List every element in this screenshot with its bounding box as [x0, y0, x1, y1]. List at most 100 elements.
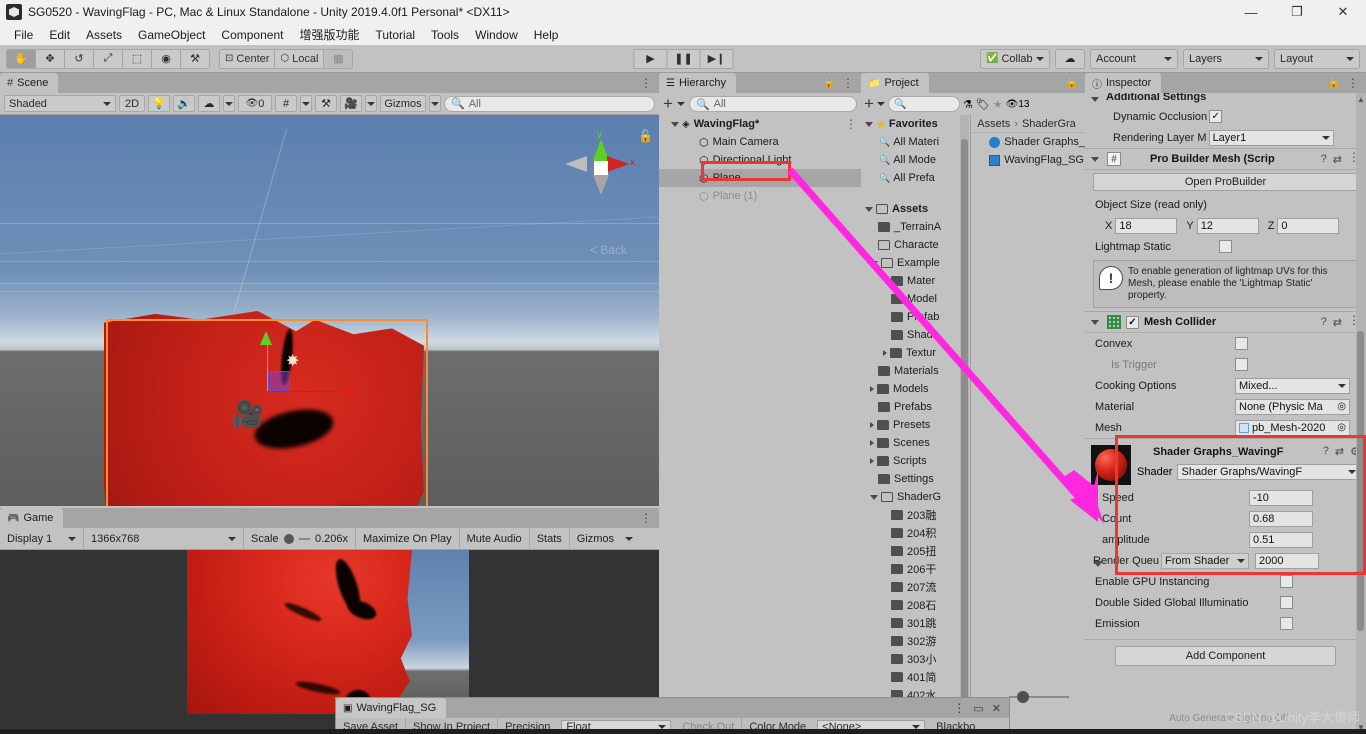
gizmos-button[interactable]: Gizmos — [380, 95, 426, 112]
filter-by-type-icon[interactable]: ⚗ — [963, 98, 973, 111]
mesh-collider-enabled-checkbox[interactable]: ✓ — [1126, 315, 1139, 329]
project-tree-205[interactable]: 205扭 — [861, 542, 970, 560]
tab-inspector[interactable]: ⓘ Inspector — [1085, 73, 1162, 93]
menu-assets[interactable]: Assets — [78, 26, 130, 44]
scene-audio-icon[interactable]: 🔊 — [173, 95, 195, 112]
scene-tools-icon[interactable]: ⚒ — [315, 95, 337, 112]
project-tree-204[interactable]: 204积 — [861, 524, 970, 542]
project-tree-presets[interactable]: Presets — [861, 416, 970, 434]
game-options-icon[interactable]: ⋮ — [640, 512, 652, 524]
project-file-wavingflag-sg[interactable]: WavingFlag_SG — [971, 151, 1085, 169]
project-tree-302[interactable]: 302游 — [861, 632, 970, 650]
hierarchy-item-directional-light[interactable]: ⬡ Directional Light — [659, 151, 861, 169]
collab-button[interactable]: ✅ Collab — [980, 48, 1050, 69]
inspector-options-icon[interactable]: ⋮ — [1347, 77, 1359, 89]
probuilder-mesh-header[interactable]: # Pro Builder Mesh (Scrip ? ⇄ ⋮ — [1085, 148, 1366, 170]
hand-tool-icon[interactable]: ✋ — [6, 48, 36, 69]
gizmo-neg-y-axis-icon[interactable] — [593, 175, 609, 195]
draw-mode-dropdown[interactable]: Shaded — [4, 95, 116, 112]
add-object-button[interactable]: + — [663, 95, 673, 112]
preset-icon[interactable]: ⇄ — [1335, 445, 1344, 458]
main-camera-gizmo-icon[interactable]: 🎥 — [232, 401, 264, 427]
chevron-down-icon[interactable] — [876, 102, 885, 106]
chevron-down-icon[interactable] — [865, 121, 873, 127]
render-queue-dropdown[interactable]: From Shader — [1161, 552, 1250, 569]
project-tree-prefabs[interactable]: Prefabs — [861, 398, 970, 416]
hierarchy-item-plane[interactable]: ⬡ Plane — [659, 169, 861, 187]
pause-button[interactable]: ❚❚ — [666, 48, 701, 69]
chevron-down-icon[interactable] — [1091, 319, 1099, 325]
speed-value-field[interactable]: -10 — [1249, 489, 1313, 506]
hierarchy-item-wavingflag[interactable]: ◈ WavingFlag* ⋮ — [659, 115, 861, 133]
chevron-down-icon[interactable] — [671, 121, 679, 127]
menu-enhanced[interactable]: 增强版功能 — [291, 24, 367, 45]
render-queue-number-field[interactable]: 2000 — [1255, 552, 1320, 569]
slider-track[interactable] — [298, 537, 310, 540]
menu-component[interactable]: Component — [213, 26, 291, 44]
project-tree-scrollbar[interactable] — [960, 115, 970, 734]
stats-toggle[interactable]: Stats — [530, 527, 570, 550]
chevron-right-icon[interactable] — [870, 422, 874, 428]
project-tree-terrain[interactable]: _TerrainA — [861, 218, 970, 236]
project-tree-203[interactable]: 203融 — [861, 506, 970, 524]
game-gizmos-dropdown[interactable] — [621, 528, 637, 550]
gizmo-x-axis-icon[interactable] — [607, 156, 629, 172]
gizmo-lock-icon[interactable]: 🔓 — [638, 129, 653, 143]
project-tree-scripts[interactable]: Scripts — [861, 452, 970, 470]
transform-tool-icon[interactable]: ◉ — [151, 48, 181, 69]
chevron-right-icon[interactable] — [870, 458, 874, 464]
grid-snap-icon[interactable]: ▦ — [323, 48, 354, 69]
hierarchy-item-main-camera[interactable]: ⬡ Main Camera — [659, 133, 861, 151]
project-tree-all-prefabs[interactable]: 🔍 All Prefa — [861, 169, 970, 187]
pivot-mode-button[interactable]: ⊡ Center — [219, 48, 276, 69]
scene-camera-icon[interactable]: 🎥 — [340, 95, 362, 112]
project-tree-models-sub[interactable]: Model — [861, 290, 970, 308]
project-tree-206[interactable]: 206干 — [861, 560, 970, 578]
maximize-button[interactable]: ❐ — [1274, 0, 1320, 24]
project-tree-207[interactable]: 207流 — [861, 578, 970, 596]
scene-grid-icon[interactable]: # — [275, 95, 297, 112]
chevron-right-icon[interactable] — [870, 440, 874, 446]
layout-dropdown[interactable]: Layout — [1274, 48, 1360, 69]
preset-icon[interactable]: ⇄ — [1333, 153, 1342, 166]
scene-search-input[interactable]: 🔍 All — [444, 95, 655, 112]
menu-tools[interactable]: Tools — [423, 26, 467, 44]
help-icon[interactable]: ? — [1321, 316, 1327, 329]
help-icon[interactable]: ? — [1323, 445, 1329, 458]
chevron-right-icon[interactable] — [883, 350, 887, 356]
chevron-down-icon[interactable] — [870, 494, 878, 500]
menu-file[interactable]: File — [6, 26, 41, 44]
project-tree-shadergraph[interactable]: ShaderG — [861, 488, 970, 506]
scene-grid-dropdown[interactable] — [300, 95, 312, 112]
y-axis-arrow-icon[interactable] — [260, 331, 272, 345]
tab-game[interactable]: 🎮 Game — [0, 508, 64, 528]
project-tree-401[interactable]: 401简 — [861, 668, 970, 686]
project-tree-textures-sub[interactable]: Textur — [861, 344, 970, 362]
hierarchy-item-plane-1[interactable]: ⬡ Plane (1) — [659, 187, 861, 205]
scene-fx-dropdown[interactable] — [223, 95, 235, 112]
project-tree-301[interactable]: 301跳 — [861, 614, 970, 632]
step-button[interactable]: ▶❙ — [699, 48, 734, 69]
menu-edit[interactable]: Edit — [41, 26, 78, 44]
rect-tool-icon[interactable]: ⬚ — [122, 48, 152, 69]
menu-tutorial[interactable]: Tutorial — [367, 26, 423, 44]
scene-fx-icon[interactable]: ☁ — [198, 95, 220, 112]
menu-help[interactable]: Help — [526, 26, 567, 44]
scrollbar-thumb[interactable] — [961, 139, 969, 709]
scene-viewport[interactable]: ✸ 🎥 y x 🔓 < Back — [0, 115, 659, 506]
preset-icon[interactable]: ⇄ — [1333, 316, 1342, 329]
menu-gameobject[interactable]: GameObject — [130, 26, 213, 44]
scene-camera-dropdown[interactable] — [365, 95, 377, 112]
project-tree-settings[interactable]: Settings — [861, 470, 970, 488]
project-file-shader-graphs[interactable]: Shader Graphs_ — [971, 133, 1085, 151]
gpu-instancing-checkbox[interactable] — [1280, 575, 1293, 588]
lightmap-static-checkbox[interactable] — [1218, 240, 1232, 253]
project-tree-assets[interactable]: Assets — [861, 200, 970, 218]
project-zoom-slider-thumb[interactable] — [1017, 691, 1029, 703]
project-tree-examples[interactable]: Example — [861, 254, 970, 272]
menu-window[interactable]: Window — [467, 26, 526, 44]
object-picker-icon[interactable]: ◎ — [1337, 401, 1346, 412]
chevron-down-icon[interactable] — [870, 260, 878, 266]
project-tree-favorites[interactable]: ★ Favorites — [861, 115, 970, 133]
gizmo-neg-x-axis-icon[interactable] — [565, 156, 587, 172]
